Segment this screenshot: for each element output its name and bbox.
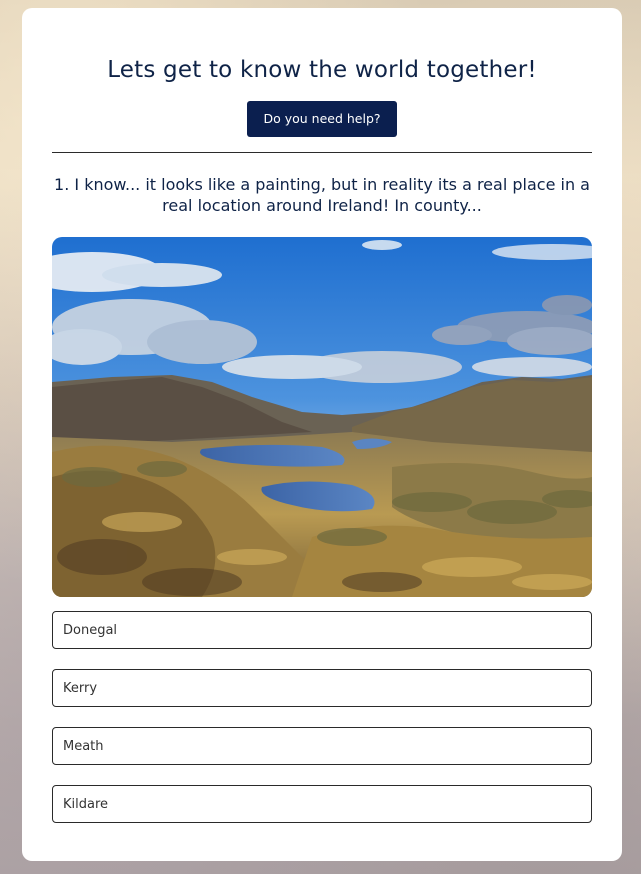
answer-button-kildare[interactable]: Kildare [52, 785, 592, 823]
help-button[interactable]: Do you need help? [247, 101, 397, 137]
answer-button-donegal[interactable]: Donegal [52, 611, 592, 649]
quiz-card: Lets get to know the world together! Do … [22, 8, 622, 861]
question-text: 1. I know... it looks like a painting, b… [54, 175, 590, 215]
page-title: Lets get to know the world together! [107, 57, 537, 83]
divider [52, 152, 592, 153]
landscape-photo [52, 237, 592, 597]
answer-button-kerry[interactable]: Kerry [52, 669, 592, 707]
answer-list: Donegal Kerry Meath Kildare [52, 611, 592, 823]
help-button-wrapper: Do you need help? [52, 101, 592, 137]
answer-button-meath[interactable]: Meath [52, 727, 592, 765]
